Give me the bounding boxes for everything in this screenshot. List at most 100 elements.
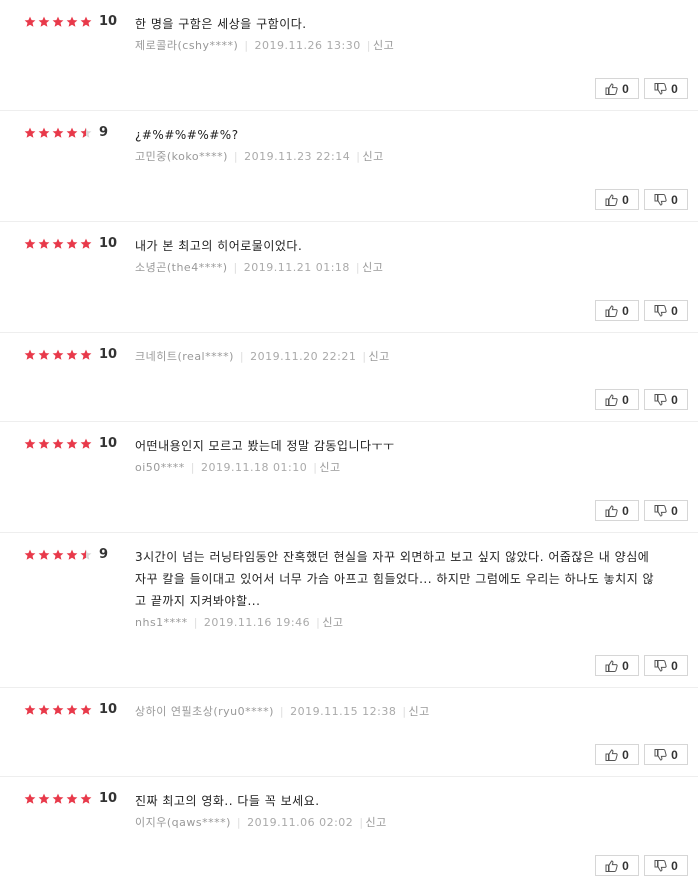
dislike-button[interactable]: 0 (644, 78, 688, 99)
review-meta: nhs1**** | 2019.11.16 19:46 | 신고 (135, 614, 665, 632)
like-button[interactable]: 0 (595, 655, 639, 676)
review-date: 2019.11.18 01:10 (201, 461, 308, 474)
review-author[interactable]: 크네히트(real****) (135, 350, 234, 363)
star-icon (24, 349, 36, 361)
like-button[interactable]: 0 (595, 389, 639, 410)
dislike-button[interactable]: 0 (644, 744, 688, 765)
review-meta: 소녕곤(the4****) | 2019.11.21 01:18 | 신고 (135, 259, 665, 277)
report-link[interactable]: 신고 (319, 461, 340, 474)
meta-divider: | (402, 705, 407, 718)
dislike-button[interactable]: 0 (644, 655, 688, 676)
star-icon (80, 16, 92, 28)
review-item: 9 3시간이 넘는 러닝타임동안 잔혹했던 현실을 자꾸 외면하고 보고 싶지 않… (0, 533, 698, 688)
rating-score: 10 (99, 14, 118, 29)
report-link[interactable]: 신고 (362, 261, 383, 274)
meta-divider: | (239, 350, 245, 363)
review-date: 2019.11.16 19:46 (203, 616, 311, 629)
star-icon (24, 238, 36, 250)
review-item: 10 상하이 연필초상(ryu0****) | 2019.11.15 12:38 | 신고… (0, 688, 698, 777)
meta-divider: | (193, 616, 198, 629)
star-icon (80, 349, 92, 361)
review-author[interactable]: 소녕곤(the4****) (135, 261, 228, 274)
review-author[interactable]: nhs1**** (135, 616, 188, 629)
like-button[interactable]: 0 (595, 78, 639, 99)
star-icon (24, 438, 36, 450)
rating: 10 (24, 702, 117, 718)
review-author[interactable]: 이지우(qaws****) (135, 816, 231, 829)
rating: 9 (24, 547, 108, 563)
report-link[interactable]: 신고 (366, 816, 387, 829)
thumbs-up-icon (605, 304, 618, 317)
star-rating (24, 793, 92, 805)
review-content: 내가 본 최고의 히어로물이었다. 소녕곤(the4****) | 2019.11.2… (135, 235, 665, 277)
review-date: 2019.11.23 22:14 (244, 150, 351, 163)
report-link[interactable]: 신고 (409, 705, 430, 718)
dislike-count: 0 (671, 392, 678, 407)
thumbs-up-icon (605, 859, 618, 872)
review-content: 한 명을 구함은 세상을 구함이다. 제로콜라(cshy****) | 2019.11… (135, 13, 665, 55)
review-content: 3시간이 넘는 러닝타임동안 잔혹했던 현실을 자꾸 외면하고 보고 싶지 않았… (135, 546, 665, 632)
review-item: 10 어떤내용인지 모르고 봤는데 정말 감동입니다ㅜㅜ oi50**** | 2019… (0, 422, 698, 533)
report-link[interactable]: 신고 (373, 39, 394, 52)
star-rating (24, 704, 92, 716)
review-meta: 상하이 연필초상(ryu0****) | 2019.11.15 12:38 | 신고 (135, 703, 665, 721)
report-link[interactable]: 신고 (362, 150, 383, 163)
review-text: 3시간이 넘는 러닝타임동안 잔혹했던 현실을 자꾸 외면하고 보고 싶지 않았… (135, 550, 655, 608)
vote-actions: 00 (595, 189, 688, 210)
star-icon (66, 438, 78, 450)
star-icon (66, 704, 78, 716)
dislike-button[interactable]: 0 (644, 189, 688, 210)
review-author[interactable]: oi50**** (135, 461, 185, 474)
star-icon (24, 549, 36, 561)
like-count: 0 (622, 192, 629, 207)
review-content: 상하이 연필초상(ryu0****) | 2019.11.15 12:38 | 신고 (135, 701, 665, 721)
star-rating (24, 549, 92, 561)
star-icon (52, 16, 64, 28)
review-author[interactable]: 상하이 연필초상(ryu0****) (135, 705, 274, 718)
report-link[interactable]: 신고 (322, 616, 343, 629)
review-text: 내가 본 최고의 히어로물이었다. (135, 239, 303, 253)
rating-score: 10 (99, 791, 118, 806)
thumbs-down-icon (654, 504, 667, 517)
review-text: ¿#%#%#%#%? (135, 128, 239, 142)
review-content: ¿#%#%#%#%? 고민중(koko****) | 2019.11.23 22:14… (135, 124, 665, 166)
dislike-button[interactable]: 0 (644, 300, 688, 321)
vote-actions: 00 (595, 389, 688, 410)
star-icon (38, 238, 50, 250)
review-meta: 제로콜라(cshy****) | 2019.11.26 13:30 | 신고 (135, 37, 665, 55)
review-meta: 이지우(qaws****) | 2019.11.06 02:02 | 신고 (135, 814, 665, 832)
review-author[interactable]: 제로콜라(cshy****) (135, 39, 238, 52)
review-author[interactable]: 고민중(koko****) (135, 150, 228, 163)
dislike-count: 0 (671, 658, 678, 673)
star-rating (24, 349, 92, 361)
meta-divider: | (244, 39, 249, 52)
like-button[interactable]: 0 (595, 855, 639, 876)
rating-score: 9 (99, 125, 109, 140)
dislike-button[interactable]: 0 (644, 855, 688, 876)
dislike-button[interactable]: 0 (644, 500, 688, 521)
star-icon (52, 704, 64, 716)
star-icon (38, 438, 50, 450)
like-button[interactable]: 0 (595, 500, 639, 521)
review-date: 2019.11.06 02:02 (247, 816, 354, 829)
like-button[interactable]: 0 (595, 300, 639, 321)
review-date: 2019.11.15 12:38 (290, 705, 397, 718)
star-rating (24, 127, 92, 139)
review-item: 10 크네히트(real****) | 2019.11.20 22:21 | 신고 0 0 (0, 333, 698, 422)
review-content: 진짜 최고의 영화.. 다들 꼭 보세요. 이지우(qaws****) | 2019.… (135, 790, 665, 832)
dislike-count: 0 (671, 747, 678, 762)
rating: 10 (24, 14, 117, 30)
dislike-button[interactable]: 0 (644, 389, 688, 410)
thumbs-down-icon (654, 859, 667, 872)
like-button[interactable]: 0 (595, 744, 639, 765)
review-date: 2019.11.20 22:21 (250, 350, 357, 363)
report-link[interactable]: 신고 (369, 350, 390, 363)
meta-divider: | (356, 150, 361, 163)
star-icon (52, 349, 64, 361)
star-icon (38, 549, 50, 561)
star-icon (52, 549, 64, 561)
vote-actions: 00 (595, 300, 688, 321)
like-button[interactable]: 0 (595, 189, 639, 210)
rating-score: 10 (99, 236, 118, 251)
meta-divider: | (279, 705, 285, 718)
